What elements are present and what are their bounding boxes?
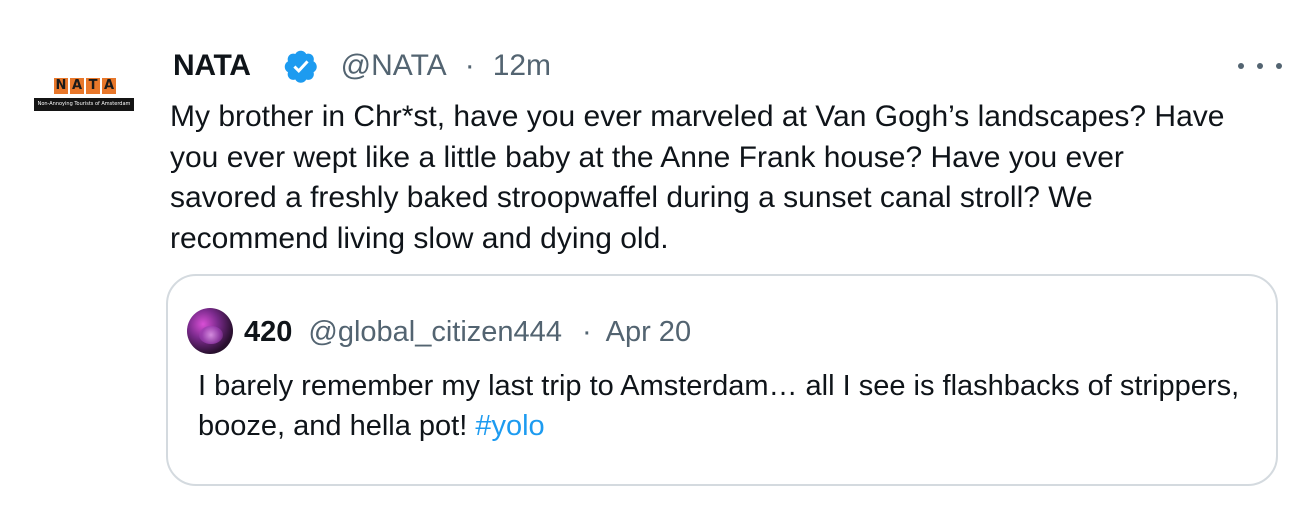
tweet[interactable]: N A T A Non-Annoying Tourists of Amsterd… — [0, 0, 1313, 513]
logo-letter: A — [102, 78, 116, 94]
quoted-separator-dot: · — [581, 315, 592, 348]
tweet-text: My brother in Chr*st, have you ever marv… — [170, 100, 1225, 255]
logo-letter: A — [70, 78, 84, 94]
nata-logo: N A T A — [54, 78, 116, 95]
quoted-text-body: I barely remember my last trip to Amster… — [198, 370, 1240, 442]
quoted-header: 420 @global_citizen444 · Apr 20 — [244, 312, 691, 352]
quoted-avatar[interactable] — [187, 308, 233, 354]
quoted-tweet[interactable]: 420 @global_citizen444 · Apr 20 I barely… — [166, 274, 1278, 486]
tweet-timestamp[interactable]: 12m — [493, 49, 551, 83]
avatar[interactable]: N A T A Non-Annoying Tourists of Amsterd… — [32, 78, 136, 114]
hashtag-link[interactable]: #yolo — [475, 410, 544, 442]
verified-badge-icon — [283, 48, 319, 84]
logo-letter: T — [86, 78, 100, 94]
user-handle[interactable]: @NATA — [341, 49, 447, 83]
display-name[interactable]: NATA — [173, 49, 251, 83]
logo-letter: N — [54, 78, 68, 94]
quoted-timestamp[interactable]: Apr 20 — [606, 316, 691, 349]
quoted-user-handle[interactable]: @global_citizen444 — [308, 316, 562, 349]
quoted-text: I barely remember my last trip to Amster… — [198, 366, 1248, 446]
separator-dot: · — [464, 49, 475, 82]
logo-tagline: Non-Annoying Tourists of Amsterdam — [34, 98, 134, 111]
quoted-display-name[interactable]: 420 — [244, 316, 292, 349]
tweet-header: NATA @NATA · 12m — [173, 44, 551, 88]
more-horizontal-icon[interactable] — [1238, 58, 1282, 74]
